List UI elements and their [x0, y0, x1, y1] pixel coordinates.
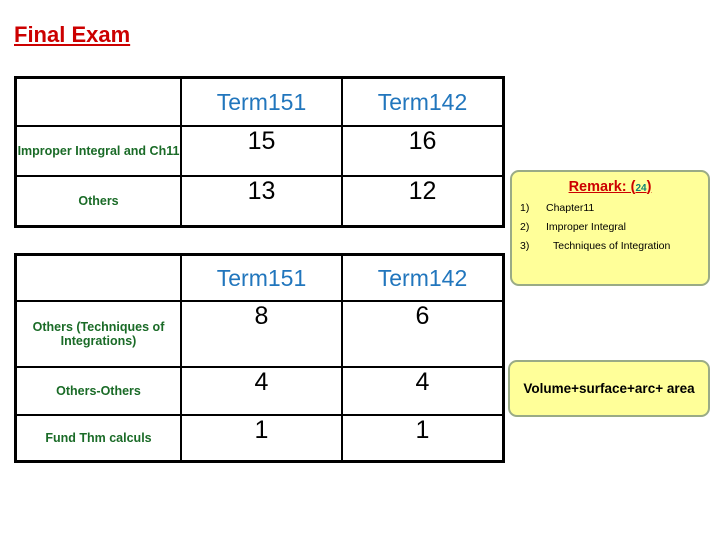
remark-callout: Remark: (24) 1) Chapter11 2) Improper In…: [510, 170, 710, 286]
remark-heading-suffix: ): [646, 179, 652, 195]
table1-row0-term151: 15: [180, 125, 343, 177]
table-header-row: Term151 Term142: [14, 253, 505, 302]
remark-list-item: 1) Chapter11: [520, 202, 702, 214]
table2-row2-label: Fund Thm calculs: [14, 414, 182, 463]
table1-header-blank: [14, 76, 182, 127]
table2-header-blank: [14, 253, 182, 302]
table2-header-term151: Term151: [180, 253, 343, 302]
page-title: Final Exam: [14, 22, 131, 47]
remark-count: 24: [635, 183, 647, 194]
table1-row1-term142: 12: [341, 175, 505, 228]
table2-header-term142: Term142: [341, 253, 505, 302]
remark-list-item: 2) Improper Integral: [520, 221, 702, 233]
remark-heading: Remark: (24): [518, 179, 702, 195]
table2-row1-label: Others-Others: [14, 366, 182, 416]
table1-row0-term142: 16: [341, 125, 505, 177]
exam-summary-table-1: Term151 Term142 Improper Integral and Ch…: [14, 76, 505, 228]
remark-item-2-marker: 3): [520, 240, 530, 252]
remark-item-1-text: Improper Integral: [546, 221, 626, 233]
table2-row2-term142: 1: [341, 414, 505, 463]
table-row: Others-Others 4 4: [14, 366, 505, 416]
table2-row1-term142: 4: [341, 366, 505, 416]
table-row: Fund Thm calculs 1 1: [14, 414, 505, 463]
volume-callout-text: Volume+surface+arc+ area: [523, 380, 695, 396]
remark-item-1-marker: 2): [520, 221, 530, 233]
table1-row0-label: Improper Integral and Ch11: [14, 125, 182, 177]
remark-item-0-marker: 1): [520, 202, 530, 214]
table2-row1-term151: 4: [180, 366, 343, 416]
table1-header-term151: Term151: [180, 76, 343, 127]
table-header-row: Term151 Term142: [14, 76, 505, 127]
table1-header-term142: Term142: [341, 76, 505, 127]
table2-row2-term151: 1: [180, 414, 343, 463]
table-row: Others (Techniques of Integrations) 8 6: [14, 300, 505, 368]
table1-row1-label: Others: [14, 175, 182, 228]
table2-row0-term151: 8: [180, 300, 343, 368]
remark-item-0-text: Chapter11: [546, 202, 595, 214]
table-row: Others 13 12: [14, 175, 505, 228]
table1-row1-term151: 13: [180, 175, 343, 228]
remark-item-2-text: Techniques of Integration: [553, 240, 671, 252]
volume-callout: Volume+surface+arc+ area: [508, 360, 710, 417]
remark-heading-prefix: Remark: (: [568, 179, 636, 195]
remark-list-item: 3) Techniques of Integration: [520, 240, 702, 252]
table-row: Improper Integral and Ch11 15 16: [14, 125, 505, 177]
exam-summary-table-2: Term151 Term142 Others (Techniques of In…: [14, 253, 505, 463]
table2-row0-label: Others (Techniques of Integrations): [14, 300, 182, 368]
table2-row0-term142: 6: [341, 300, 505, 368]
